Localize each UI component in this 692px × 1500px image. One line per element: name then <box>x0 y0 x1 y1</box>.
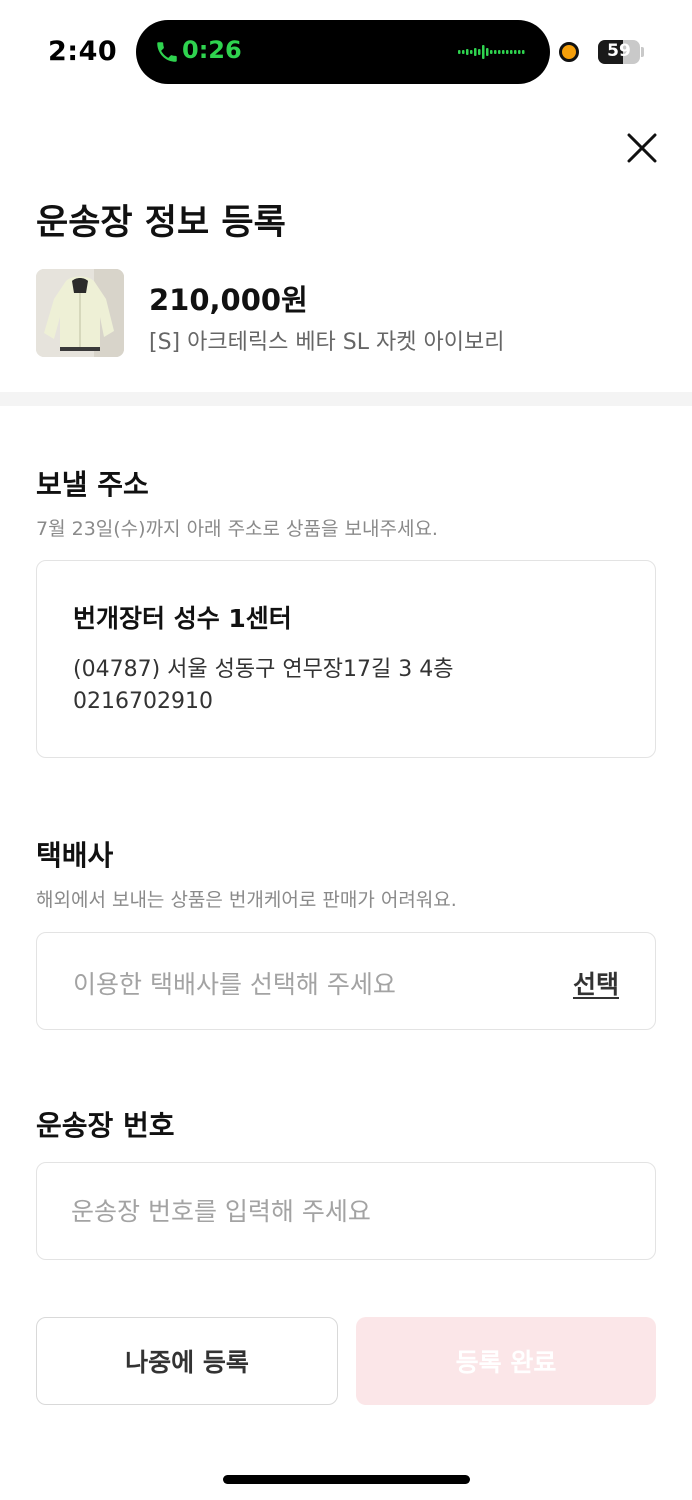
product-name: [S] 아크테릭스 베타 SL 자켓 아이보리 <box>149 330 505 355</box>
battery-indicator: 59 <box>598 40 640 64</box>
dynamic-island[interactable]: 0:26 <box>136 20 550 84</box>
courier-select-button[interactable]: 선택 <box>573 965 619 1001</box>
battery-percentage: 59 <box>607 41 631 61</box>
register-complete-button[interactable]: 등록 완료 <box>356 1317 656 1405</box>
center-name: 번개장터 성수 1센터 <box>73 604 292 633</box>
recording-indicator-dot <box>559 42 579 62</box>
product-thumbnail <box>36 269 124 357</box>
page-title: 운송장 정보 등록 <box>36 203 286 243</box>
center-address: (04787) 서울 성동구 연무장17길 3 4층 <box>73 657 454 682</box>
tracking-number-field[interactable] <box>36 1162 656 1260</box>
section-divider <box>0 392 692 406</box>
courier-select-field[interactable]: 이용한 택배사를 선택해 주세요 선택 <box>36 932 656 1030</box>
center-phone: 0216702910 <box>73 689 213 714</box>
tracking-title: 운송장 번호 <box>36 1109 175 1142</box>
product-price: 210,000원 <box>149 283 308 317</box>
battery-tip <box>641 47 644 57</box>
status-time: 2:40 <box>48 36 118 67</box>
close-icon <box>627 133 657 163</box>
courier-placeholder: 이용한 택배사를 선택해 주세요 <box>73 970 396 999</box>
close-button[interactable] <box>622 128 662 168</box>
tracking-number-input[interactable] <box>71 1185 621 1237</box>
jacket-image <box>36 269 124 357</box>
home-indicator <box>223 1475 470 1484</box>
phone-call-icon <box>157 42 177 62</box>
courier-description: 해외에서 보내는 상품은 번개케어로 판매가 어려워요. <box>36 889 457 911</box>
courier-title: 택배사 <box>36 839 114 872</box>
send-address-description: 7월 23일(수)까지 아래 주소로 상품을 보내주세요. <box>36 518 438 540</box>
call-duration: 0:26 <box>182 36 242 64</box>
send-address-title: 보낼 주소 <box>36 468 149 501</box>
address-card: 번개장터 성수 1센터 (04787) 서울 성동구 연무장17길 3 4층 0… <box>36 560 656 758</box>
register-later-button[interactable]: 나중에 등록 <box>36 1317 338 1405</box>
audio-waveform-icon <box>458 45 525 59</box>
